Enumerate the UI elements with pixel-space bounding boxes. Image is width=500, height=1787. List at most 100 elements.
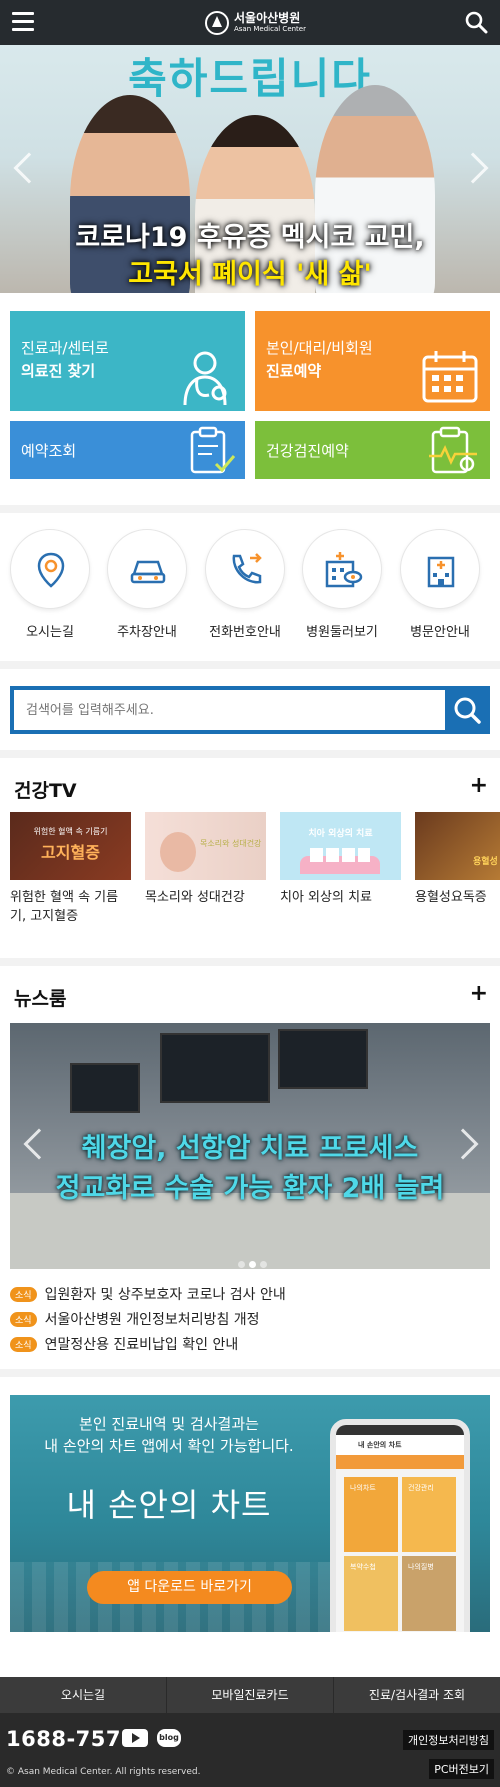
news-item-text: 서울아산병원 개인정보처리방침 개정	[44, 1312, 260, 1328]
footer-mobile-card-link[interactable]: 모바일진료카드	[167, 1677, 334, 1713]
health-tv-more-icon[interactable]: +	[470, 775, 488, 797]
news-headline-1: 췌장암, 선항암 치료 프로세스	[81, 1133, 419, 1164]
tv-caption: 치아 외상의 치료	[280, 890, 372, 905]
reservation-check-tile[interactable]: 예약조회	[10, 421, 245, 479]
tv-thumbnail: 목소리와 성대건강	[145, 812, 266, 880]
quick-menu: 진료과/센터로 의료진 찾기 본인/대리/비회원 진료예약 예약조회 건강검진예…	[0, 293, 500, 505]
tv-thumbnail: 위험한 혈액 속 기름기 고지혈증	[10, 812, 131, 880]
newsroom-slide[interactable]: 췌장암, 선항암 치료 프로세스 정교화로 수술 가능 환자 2배 늘려	[10, 1023, 490, 1269]
phone-cell: 나의질병	[402, 1556, 456, 1631]
phone-mockup: 내 손안의 차트 나의차트 건강관리 복약수첩 나의질병	[330, 1419, 470, 1632]
hero-banner[interactable]: 축하드립니다 코로나19 후유증 멕시코 교민, 고국서 폐이식 '새 삶'	[0, 45, 500, 293]
health-chart-icon	[429, 426, 477, 474]
parking-label: 주차장안내	[117, 625, 177, 640]
phone-icon	[232, 553, 262, 584]
blog-icon[interactable]: blog	[157, 1729, 181, 1747]
top-header: 서울아산병원 Asan Medical Center	[0, 0, 500, 45]
find-doctor-tile[interactable]: 진료과/센터로 의료진 찾기	[10, 311, 245, 411]
find-doctor-line1: 진료과/센터로	[21, 339, 109, 357]
reservation-line2: 진료예약	[266, 362, 322, 380]
parking-link[interactable]: 주차장안내	[102, 529, 192, 640]
phone-directory-label: 전화번호안내	[209, 625, 281, 640]
hero-prev-arrow-icon[interactable]	[13, 152, 45, 184]
reservation-tile[interactable]: 본인/대리/비회원 진료예약	[255, 311, 490, 411]
reservation-line1: 본인/대리/비회원	[266, 339, 373, 357]
tv-thumb-subtitle: 위험한 혈액 속 기름기	[33, 827, 108, 836]
location-pin-icon	[37, 552, 65, 588]
footer-results-link[interactable]: 진료/검사결과 조회	[334, 1677, 500, 1713]
tv-thumb-subtitle: 목소리와 성대건강	[200, 839, 262, 848]
phone-cell: 나의차트	[344, 1477, 398, 1552]
tv-thumbnail: 용혈성	[415, 812, 500, 880]
hero-next-arrow-icon[interactable]	[457, 152, 489, 184]
checkup-reservation-tile[interactable]: 건강검진예약	[255, 421, 490, 479]
newsroom-title: 뉴스룸	[14, 988, 67, 1010]
app-download-button[interactable]: 앱 다운로드 바로가기	[87, 1571, 292, 1604]
tv-caption: 용혈성요독증	[415, 890, 487, 905]
tv-caption: 위험한 혈액 속 기름기, 고지혈증	[10, 890, 119, 924]
footer-directions-link[interactable]: 오시는길	[0, 1677, 167, 1713]
newsroom-section: 뉴스룸 + 췌장암, 선항암 치료 프로세스 정교화로 수술 가능 환자 2배 …	[0, 966, 500, 1369]
news-headline-2: 정교화로 수술 가능 환자 2배 늘려	[55, 1173, 445, 1204]
copyright-text: © Asan Medical Center. All rights reserv…	[6, 1767, 201, 1777]
search-icon[interactable]	[464, 10, 488, 34]
visitor-guide-label: 병문안안내	[410, 625, 470, 640]
phone-app-title: 내 손안의 차트	[336, 1435, 464, 1455]
newsroom-more-icon[interactable]: +	[470, 983, 488, 1005]
hospital-tour-label: 병원둘러보기	[306, 625, 378, 640]
privacy-policy-button[interactable]: 개인정보처리방침	[403, 1730, 494, 1750]
menu-icon[interactable]	[12, 12, 34, 32]
news-item-text: 입원환자 및 상주보호자 코로나 검사 안내	[44, 1287, 286, 1303]
news-item[interactable]: 소식 입원환자 및 상주보호자 코로나 검사 안내	[10, 1284, 286, 1304]
search-button-icon	[454, 697, 481, 724]
logo-mark-icon	[205, 11, 229, 35]
footer-nav: 오시는길 모바일진료카드 진료/검사결과 조회	[0, 1677, 500, 1713]
hero-caption-2: 고국서 폐이식 '새 삶'	[128, 259, 372, 290]
news-badge: 소식	[10, 1286, 37, 1302]
search-button[interactable]	[445, 686, 490, 734]
directions-label: 오시는길	[26, 625, 74, 640]
news-badge: 소식	[10, 1311, 37, 1327]
search-section	[0, 669, 500, 750]
news-item[interactable]: 소식 서울아산병원 개인정보처리방침 개정	[10, 1309, 260, 1329]
tv-thumbnail: 치아 외상의 치료	[280, 812, 401, 880]
doctor-stethoscope-icon	[183, 351, 227, 406]
app-banner[interactable]: 본인 진료내역 및 검사결과는 내 손안의 차트 앱에서 확인 가능합니다. 내…	[10, 1395, 490, 1632]
tv-card[interactable]: 위험한 혈액 속 기름기 고지혈증 위험한 혈액 속 기름기, 고지혈증	[10, 812, 131, 926]
app-banner-title: 내 손안의 차트	[66, 1486, 272, 1524]
news-slide-indicator	[236, 1253, 269, 1269]
tv-card[interactable]: 치아 외상의 치료 치아 외상의 치료	[280, 812, 401, 907]
footer: 오시는길 모바일진료카드 진료/검사결과 조회 1688-7575 blog 개…	[0, 1677, 500, 1787]
news-item[interactable]: 소식 연말정산용 진료비납입 확인 안내	[10, 1334, 238, 1354]
hospital-logo[interactable]: 서울아산병원 Asan Medical Center	[205, 8, 306, 38]
health-tv-title: 건강TV	[14, 780, 77, 802]
car-icon	[130, 560, 166, 584]
phone-cell: 건강관리	[402, 1477, 456, 1552]
health-tv-section: 건강TV + 위험한 혈액 속 기름기 고지혈증 위험한 혈액 속 기름기, 고…	[0, 758, 500, 958]
hospital-building-icon	[427, 556, 455, 588]
tv-thumb-subtitle: 용혈성	[473, 857, 498, 867]
tv-card[interactable]: 목소리와 성대건강 목소리와 성대건강	[145, 812, 266, 907]
tv-card[interactable]: 용혈성 용혈성요독증	[415, 812, 500, 907]
calendar-icon	[422, 351, 478, 403]
directions-link[interactable]: 오시는길	[5, 529, 95, 640]
phone-cell: 복약수첩	[344, 1556, 398, 1631]
news-badge: 소식	[10, 1336, 37, 1352]
news-item-text: 연말정산용 진료비납입 확인 안내	[44, 1337, 239, 1353]
logo-name-en: Asan Medical Center	[234, 25, 306, 33]
checkup-reservation-label: 건강검진예약	[266, 442, 349, 460]
hospital-tour-link[interactable]: 병원둘러보기	[297, 529, 387, 640]
hero-caption-1: 코로나19 후유증 멕시코 교민,	[75, 222, 425, 253]
reservation-check-label: 예약조회	[21, 442, 77, 460]
phone-number[interactable]: 1688-7575	[6, 1727, 136, 1751]
search-input[interactable]	[10, 686, 446, 734]
hospital-tour-icon	[325, 552, 363, 588]
tv-caption: 목소리와 성대건강	[145, 890, 245, 905]
pc-version-button[interactable]: PC버전보기	[429, 1759, 494, 1779]
phone-directory-link[interactable]: 전화번호안내	[200, 529, 290, 640]
app-banner-section: 본인 진료내역 및 검사결과는 내 손안의 차트 앱에서 확인 가능합니다. 내…	[0, 1377, 500, 1677]
hero-title: 축하드립니다	[128, 54, 372, 103]
app-banner-line2: 내 손안의 차트 앱에서 확인 가능합니다.	[44, 1437, 294, 1455]
youtube-icon[interactable]	[122, 1729, 148, 1747]
visitor-guide-link[interactable]: 병문안안내	[395, 529, 485, 640]
